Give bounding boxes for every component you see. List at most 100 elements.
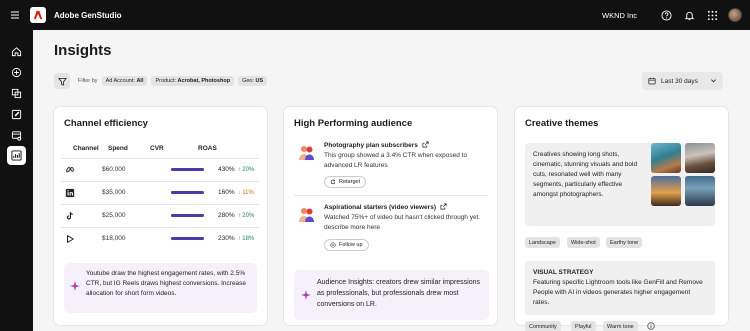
linkedin-icon	[65, 188, 75, 198]
bell-icon[interactable]	[682, 8, 696, 22]
roas-percent: 430%	[218, 166, 235, 173]
audience-card: High Performing audience Photography pla…	[284, 107, 497, 325]
tag-chip[interactable]: Earthy tone	[606, 237, 643, 248]
chip-key: Product:	[155, 78, 176, 84]
table-row: $60,000 430% ↑ 20%	[61, 158, 259, 181]
insights-icon[interactable]	[7, 146, 26, 165]
theme-summary: Creatives showing long shots, cinematic,…	[525, 143, 715, 226]
tag-chip[interactable]: Wide-shot	[567, 237, 600, 248]
date-range-select[interactable]: Last 30 days	[642, 72, 723, 90]
insight-text: Audience Insights: creators drew similar…	[317, 279, 481, 308]
roas-change: ↑ 18%	[237, 236, 255, 242]
campaign-icon[interactable]	[7, 126, 26, 145]
audience-name[interactable]: Aspirational starters (video viewers)	[324, 203, 447, 211]
retarget-button[interactable]: Retarget	[324, 176, 367, 188]
insight-callout: Audience Insights: creators drew similar…	[294, 270, 489, 320]
filter-label: Filter by	[78, 78, 98, 84]
target-icon[interactable]	[7, 63, 26, 82]
audience-name-text: Aspirational starters (video viewers)	[324, 204, 436, 211]
assets-icon[interactable]	[7, 84, 26, 103]
user-avatar[interactable]	[728, 8, 742, 22]
table-row: $18,000 230% ↑ 18%	[61, 227, 259, 250]
tag-chip[interactable]: Community	[525, 321, 561, 331]
spend-value: $18,000	[102, 235, 126, 242]
audience-description: This group showed a 3.4% CTR when expose…	[324, 152, 468, 169]
filter-icon[interactable]	[54, 73, 70, 89]
cvr-bar-fill	[171, 237, 204, 240]
date-range-value: Last 30 days	[661, 77, 698, 85]
spend-value: $60,000	[102, 166, 126, 173]
sparkle-icon	[70, 281, 80, 291]
roas-value: 430% ↑ 20%	[218, 166, 254, 173]
tag-chip[interactable]: Landscape	[525, 237, 560, 248]
sidebar	[0, 30, 33, 331]
audience-segment-icon	[299, 208, 314, 222]
cvr-bar	[171, 237, 204, 240]
sparkle-icon	[301, 290, 311, 300]
table-row: $35,000 160% ↓ 11%	[61, 181, 259, 204]
chip-value: All	[136, 78, 144, 84]
cvr-bar	[171, 168, 204, 171]
retarget-label: Retarget	[339, 179, 361, 185]
adobe-logo[interactable]	[30, 7, 46, 23]
cvr-bar	[171, 191, 204, 194]
main-content: Insights Filter by Ad Account: All Produ…	[33, 30, 750, 331]
roas-value: 280% ↑ 20%	[218, 212, 254, 219]
roas-change: ↑ 20%	[237, 213, 255, 219]
thumbnail-image[interactable]	[685, 176, 715, 206]
spend-value: $35,000	[102, 189, 126, 196]
theme-text: Creatives showing long shots, cinematic,…	[533, 151, 638, 198]
cvr-bar-fill	[171, 168, 204, 171]
audience-segment-icon	[299, 146, 314, 160]
target-icon	[330, 242, 336, 248]
follow-up-button[interactable]: Follow up	[324, 239, 369, 251]
info-icon[interactable]	[647, 322, 655, 330]
cvr-bar-fill	[171, 191, 204, 194]
strategy-text: Featuring specific Lightroom tools like …	[533, 279, 703, 306]
home-icon[interactable]	[7, 42, 26, 61]
org-switcher[interactable]: WKND Inc	[602, 11, 637, 20]
audience-description: Watched 75%+ of video but hasn't clicked…	[324, 214, 481, 231]
audience-name[interactable]: Photography plan subscribers	[324, 141, 429, 149]
roas-percent: 280%	[218, 212, 235, 219]
tag-chip[interactable]: Playful	[571, 321, 596, 331]
tag-chip[interactable]: Warm tone	[603, 321, 638, 331]
roas-change: ↓ 11%	[237, 190, 254, 196]
thumbnail-image[interactable]	[651, 143, 681, 173]
spend-value: $25,000	[102, 212, 126, 219]
page-title: Insights	[54, 42, 112, 59]
edit-icon[interactable]	[7, 105, 26, 124]
creative-themes-card: Creative themes Creatives showing long s…	[515, 107, 728, 331]
roas-value: 230% ↑ 18%	[218, 235, 254, 242]
external-link-icon[interactable]	[440, 203, 447, 210]
card-title: High Performing audience	[294, 118, 413, 129]
card-title: Channel efficiency	[64, 118, 148, 129]
filter-chip-product[interactable]: Product: Acrobat, Photoshop	[151, 76, 235, 86]
filter-bar: Filter by Ad Account: All Product: Acrob…	[54, 72, 271, 90]
filter-chip-ad-account[interactable]: Ad Account: All	[101, 76, 148, 86]
insight-text: Youtube draw the highest engagement rate…	[86, 270, 247, 297]
cvr-bar	[171, 214, 204, 217]
roas-value: 160% ↓ 11%	[218, 189, 254, 196]
strategy-heading: VISUAL STRATEGY	[533, 269, 594, 276]
chip-value: Acrobat, Photoshop	[177, 78, 231, 84]
chevron-down-icon	[711, 79, 716, 83]
youtube-icon	[67, 235, 74, 243]
roas-change: ↑ 20%	[237, 167, 255, 173]
tiktok-icon	[66, 212, 73, 220]
help-icon[interactable]	[659, 8, 673, 22]
cvr-bar-fill	[171, 214, 204, 217]
chip-key: Ad Account:	[105, 78, 135, 84]
chip-key: Geo:	[242, 78, 254, 84]
channel-efficiency-card: Channel efficiency Channel Spend CVR ROA…	[54, 107, 267, 325]
top-bar: Adobe GenStudio WKND Inc	[0, 0, 750, 30]
thumbnail-image[interactable]	[651, 176, 681, 206]
thumbnail-image[interactable]	[685, 143, 715, 173]
col-header-roas: ROAS	[198, 145, 217, 152]
divider	[294, 195, 488, 196]
col-header-channel: Channel	[73, 145, 99, 152]
external-link-icon[interactable]	[422, 141, 429, 148]
apps-grid-icon[interactable]	[705, 8, 719, 22]
filter-chip-geo[interactable]: Geo: US	[238, 76, 268, 86]
menu-icon[interactable]	[0, 0, 30, 30]
